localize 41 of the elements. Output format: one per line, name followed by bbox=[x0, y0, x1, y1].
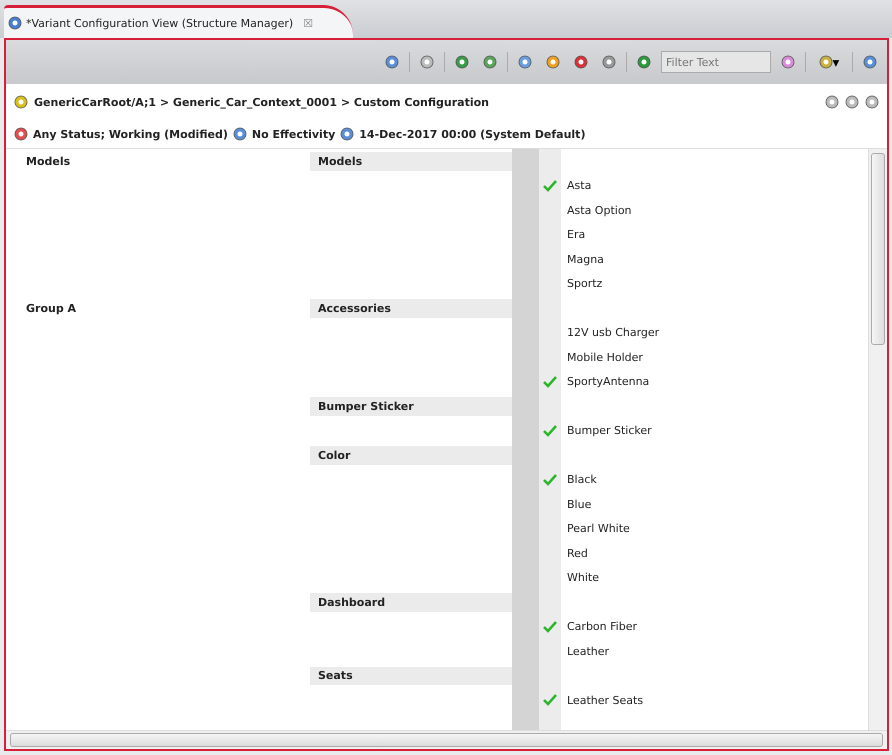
check-icon[interactable] bbox=[542, 693, 558, 708]
family-header: Seats bbox=[310, 666, 512, 685]
check-icon[interactable] bbox=[542, 424, 558, 438]
status-text[interactable]: Any Status; Working (Modified) bbox=[33, 128, 228, 140]
check-icon[interactable] bbox=[542, 178, 558, 193]
option-label[interactable]: Blue bbox=[567, 498, 592, 511]
status-text[interactable]: No Effectivity bbox=[252, 128, 336, 140]
option-label[interactable]: Black bbox=[567, 473, 597, 486]
option-label[interactable]: Leather bbox=[567, 644, 610, 658]
option-label[interactable]: Era bbox=[567, 228, 586, 242]
status-text[interactable]: 14-Dec-2017 00:00 (System Default) bbox=[359, 128, 586, 140]
group-label: Group A bbox=[26, 302, 76, 315]
option-label[interactable]: Red bbox=[567, 546, 588, 560]
option-label[interactable]: White bbox=[567, 571, 599, 584]
caret-icon: ▾ bbox=[832, 54, 840, 70]
option-label[interactable]: Bumper Sticker bbox=[567, 424, 652, 438]
vertical-scrollbar[interactable] bbox=[868, 149, 887, 730]
family-header: Color bbox=[310, 446, 512, 464]
option-label[interactable]: SportyAntenna bbox=[567, 375, 650, 388]
family-header: Models bbox=[310, 152, 512, 170]
family-header: Dashboard bbox=[310, 593, 512, 612]
option-label[interactable]: Pearl White bbox=[567, 522, 630, 536]
group-label: Models bbox=[26, 154, 70, 168]
option-label[interactable]: Mobile Holder bbox=[567, 350, 643, 364]
horizontal-scrollbar[interactable] bbox=[6, 730, 887, 749]
option-label[interactable]: Asta bbox=[567, 179, 592, 192]
option-label[interactable]: 12V usb Charger bbox=[567, 326, 660, 340]
option-label[interactable]: Leather Seats bbox=[567, 694, 644, 707]
option-label[interactable]: Sportz bbox=[567, 277, 602, 290]
filter-field[interactable]: Filter Text bbox=[661, 51, 771, 73]
check-icon[interactable] bbox=[542, 374, 558, 389]
option-label[interactable]: Carbon Fiber bbox=[567, 620, 637, 634]
family-header: Accessories bbox=[310, 299, 512, 318]
option-label[interactable]: Magna bbox=[567, 252, 604, 266]
breadcrumb: GenericCarRoot/A;1 > Generic_Car_Context_0001 > Custom Configuration bbox=[34, 96, 490, 108]
editor-tab[interactable]: *Variant Configuration View (Structure Manager) ☒ bbox=[4, 5, 354, 38]
family-header: Bumper Sticker bbox=[310, 397, 512, 416]
check-icon[interactable] bbox=[542, 472, 558, 487]
check-icon[interactable] bbox=[542, 620, 558, 634]
options-button[interactable]: ▾ bbox=[812, 51, 846, 73]
option-label[interactable]: Asta Option bbox=[567, 204, 632, 217]
